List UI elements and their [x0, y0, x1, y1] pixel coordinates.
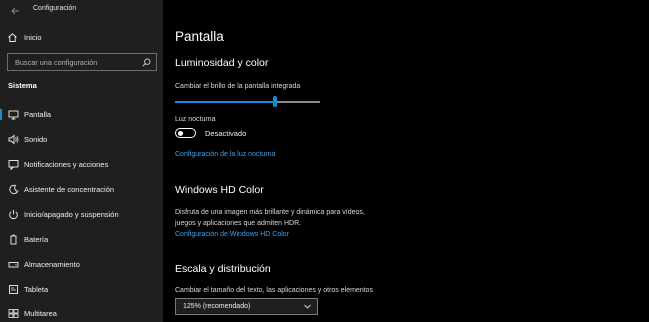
toggle-knob — [178, 130, 183, 136]
sidebar-item-label: Inicio — [24, 33, 42, 42]
search-icon[interactable] — [142, 58, 151, 67]
sidebar-item-label: Notificaciones y acciones — [24, 160, 109, 169]
sidebar-item-bateria[interactable]: Batería — [0, 228, 163, 250]
search-placeholder: Buscar una configuración — [15, 58, 98, 67]
chevron-down-icon — [304, 304, 311, 309]
sidebar-item-almacenamiento[interactable]: Almacenamiento — [0, 253, 163, 275]
scale-dropdown[interactable]: 125% (recomendado) — [175, 298, 318, 315]
sidebar-item-label: Inicio/apagado y suspensión — [24, 210, 119, 219]
page-title: Pantalla — [175, 29, 224, 44]
hd-color-settings-link[interactable]: Configuración de Windows HD Color — [175, 231, 289, 238]
scale-heading: Escala y distribución — [175, 263, 271, 275]
scale-dropdown-value: 125% (recomendado) — [183, 303, 251, 310]
night-light-settings-link[interactable]: Configuración de la luz nocturna — [175, 151, 275, 158]
multitask-icon — [8, 308, 19, 319]
hd-color-heading: Windows HD Color — [175, 184, 264, 196]
brightness-heading: Luminosidad y color — [175, 57, 269, 69]
sidebar-item-sonido[interactable]: Sonido — [0, 128, 163, 150]
main-content: Pantalla Luminosidad y color Cambiar el … — [163, 0, 649, 322]
sidebar-item-label: Sonido — [24, 135, 48, 144]
night-light-state: Desactivado — [205, 129, 247, 138]
slider-thumb[interactable] — [273, 96, 277, 107]
back-button[interactable] — [8, 4, 22, 18]
sidebar-item-notificaciones[interactable]: Notificaciones y acciones — [0, 153, 163, 175]
sidebar-item-label: Pantalla — [24, 110, 52, 119]
window-title: Configuración — [33, 5, 77, 12]
selection-indicator — [0, 109, 2, 120]
hd-color-description-line1: Disfruta de una imagen más brillante y d… — [175, 209, 365, 216]
storage-icon — [8, 259, 19, 270]
home-icon — [7, 32, 18, 43]
speaker-icon — [8, 134, 19, 145]
section-title: Sistema — [8, 81, 37, 90]
battery-icon — [8, 234, 19, 245]
sidebar-item-label: Multitarea — [24, 309, 57, 318]
sidebar-item-pantalla[interactable]: Pantalla — [0, 103, 163, 125]
moon-icon — [8, 184, 19, 195]
sidebar-item-label: Asistente de concentración — [24, 185, 115, 194]
sidebar-item-asistente[interactable]: Asistente de concentración — [0, 178, 163, 200]
night-light-label: Luz nocturna — [175, 116, 216, 123]
sidebar: Configuración Inicio Buscar una configur… — [0, 0, 163, 322]
brightness-slider-label: Cambiar el brillo de la pantalla integra… — [175, 83, 301, 90]
tablet-icon — [8, 284, 19, 295]
slider-fill — [175, 101, 275, 103]
brightness-slider[interactable] — [175, 96, 320, 107]
title-bar: Configuración — [0, 0, 163, 22]
power-icon — [8, 209, 19, 220]
search-input[interactable]: Buscar una configuración — [7, 53, 157, 71]
hd-color-description-line2: juegos y aplicaciones que admiten HDR. — [175, 220, 302, 227]
back-arrow-icon — [10, 7, 19, 15]
sidebar-item-multitarea[interactable]: Multitarea — [0, 302, 163, 322]
sidebar-item-label: Almacenamiento — [24, 260, 80, 269]
scale-label: Cambiar el tamaño del texto, las aplicac… — [175, 287, 374, 294]
sidebar-item-tableta[interactable]: Tableta — [0, 278, 163, 300]
sidebar-item-label: Tableta — [24, 285, 49, 294]
notification-icon — [8, 159, 19, 170]
sidebar-item-inicio-apagado[interactable]: Inicio/apagado y suspensión — [0, 203, 163, 225]
sidebar-item-label: Batería — [24, 235, 49, 244]
monitor-icon — [8, 109, 19, 120]
night-light-toggle[interactable] — [175, 128, 196, 138]
sidebar-item-home[interactable]: Inicio — [0, 29, 163, 47]
